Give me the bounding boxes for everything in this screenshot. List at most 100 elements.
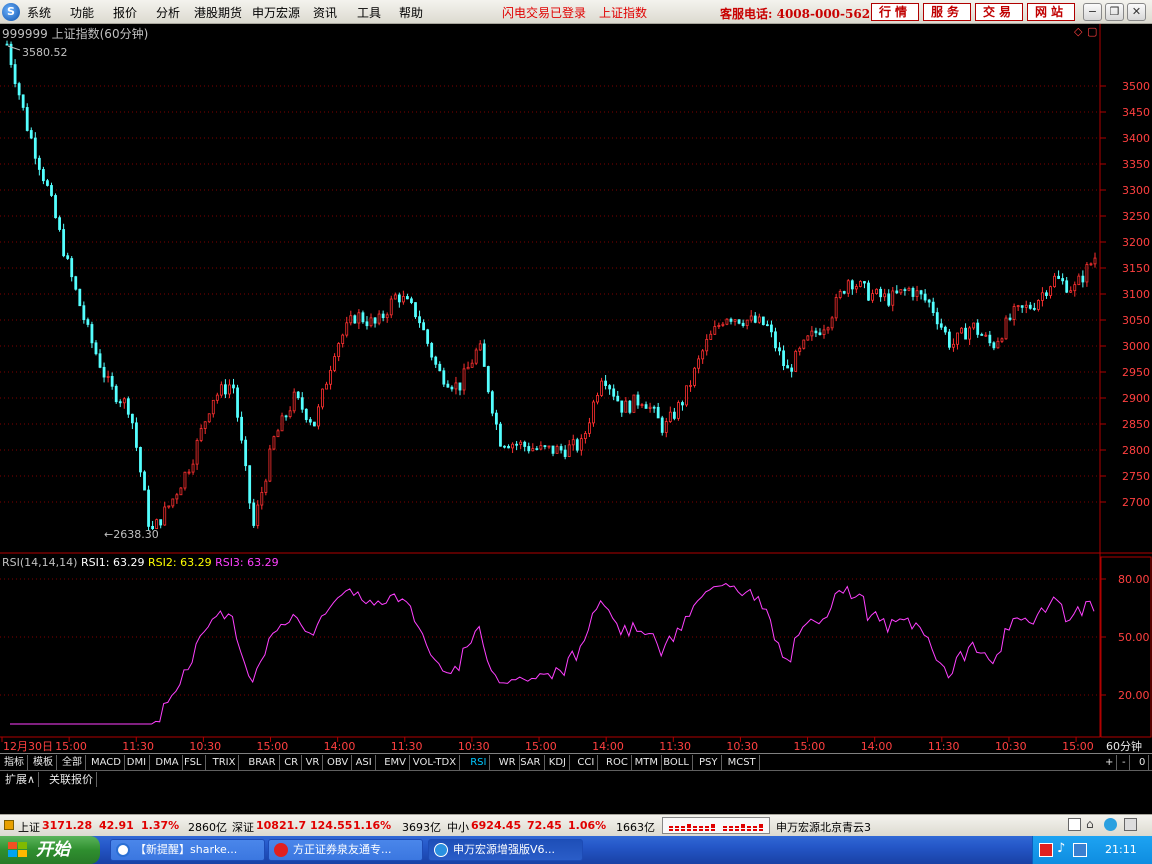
task-browser[interactable]: 【新提醒】sharke... [110, 839, 265, 861]
candle-body [968, 327, 972, 340]
start-button[interactable]: 开始 [0, 836, 100, 864]
candle-body [106, 376, 110, 378]
price-tick-label: 3000 [1122, 340, 1150, 353]
candle-body [608, 385, 612, 390]
candle-body [705, 339, 709, 352]
indicator-tab-fsl[interactable]: FSL [181, 755, 206, 770]
candle-body [903, 289, 907, 291]
candle-body [798, 347, 802, 352]
zoom-out-button[interactable]: - [1119, 755, 1130, 770]
bell-icon[interactable] [4, 820, 14, 830]
task-founder-securities[interactable]: 方正证券泉友通专... [268, 839, 423, 861]
indicator-tab-dma[interactable]: DMA [152, 755, 183, 770]
window-toggle-icon[interactable]: ▢ [1087, 25, 1097, 38]
indicator-tab-obv[interactable]: OBV [324, 755, 353, 770]
network-tray-icon[interactable] [1073, 843, 1087, 857]
indicator-tab-emv[interactable]: EMV [381, 755, 410, 770]
candle-body [422, 322, 425, 331]
high-price-label: 3580.52 [22, 46, 68, 59]
zx-index-pct: 1.06% [568, 819, 607, 832]
indicator-tab-指标[interactable]: 指标 [1, 755, 28, 770]
candle-body [656, 406, 660, 419]
indicator-tab-dmi[interactable]: DMI [124, 755, 151, 770]
kline-chart[interactable]: 3500 3450 3400 3350 3300 3250 3200 3150 3100 3050… [0, 0, 1152, 864]
indicator-tab-rsi[interactable]: RSI [467, 755, 491, 770]
candle-body [499, 423, 502, 447]
indicator-tab-roc[interactable]: ROC [603, 755, 632, 770]
period-label[interactable]: 60分钟 [1106, 739, 1142, 753]
indicator-tab-wr[interactable]: WR [496, 755, 520, 770]
reset-button[interactable]: 0 [1136, 755, 1150, 770]
signal-icon[interactable]: ⌂ [1086, 817, 1094, 831]
candle-body [272, 436, 276, 450]
candle-body [401, 296, 405, 303]
indicator-tab-vr[interactable]: VR [303, 755, 324, 770]
zoom-in-button[interactable]: + [1102, 755, 1118, 770]
browser-icon [116, 843, 130, 857]
candle-body [660, 417, 664, 433]
rsi-title: RSI(14,14,14) RSI1: 63.29 RSI2: 63.29 RS… [2, 556, 279, 569]
indicator-tab-boll[interactable]: BOLL [660, 755, 693, 770]
system-tray: ♪ 21:11 [1032, 836, 1152, 864]
candle-body [547, 445, 551, 448]
indicator-tab-trix[interactable]: TRIX [210, 755, 240, 770]
candle-body [511, 443, 514, 449]
candle-body [976, 322, 980, 335]
candle-body [1057, 275, 1060, 279]
windows-flag-icon [8, 842, 27, 857]
expand-toggle[interactable]: 扩展∧ [2, 772, 40, 787]
candle-body [559, 446, 563, 451]
candle-body [377, 313, 381, 324]
indicator-tab-kdj[interactable]: KDJ [546, 755, 571, 770]
candle-body [361, 312, 365, 323]
indicator-tab-全部[interactable]: 全部 [59, 755, 86, 770]
security-icon[interactable] [1039, 843, 1053, 857]
candle-body [1061, 278, 1065, 282]
candle-body [972, 322, 976, 329]
candle-body [911, 287, 915, 297]
indicator-tab-模板[interactable]: 模板 [30, 755, 57, 770]
indicator-tab-mcst[interactable]: MCST [725, 755, 760, 770]
candle-body [1032, 307, 1036, 310]
indicator-tab-vol-tdx[interactable]: VOL-TDX [410, 755, 461, 770]
network-icon[interactable] [1104, 818, 1117, 831]
candle-body [515, 443, 519, 446]
indicator-tab-macd[interactable]: MACD [88, 755, 125, 770]
volume-icon[interactable]: ♪ [1057, 841, 1065, 856]
candle-body [203, 421, 207, 429]
indicator-tab-cr[interactable]: CR [281, 755, 303, 770]
indicator-tab-mtm[interactable]: MTM [632, 755, 662, 770]
candle-body [786, 365, 790, 369]
candle-body [159, 519, 163, 526]
indicator-tab-asi[interactable]: ASI [353, 755, 376, 770]
sz-index-name: 深证 [232, 821, 254, 834]
candle-body [304, 408, 308, 420]
candle-body [13, 64, 17, 84]
notepad-icon[interactable] [1068, 818, 1081, 831]
candle-body [143, 471, 146, 491]
candle-body [122, 398, 126, 404]
candle-body [252, 502, 256, 526]
lock-icon[interactable] [1124, 818, 1137, 831]
candle-body [571, 439, 575, 446]
sz-index-pct: 1.16% [353, 819, 392, 832]
indicator-tab-brar[interactable]: BRAR [245, 755, 280, 770]
candle-body [126, 398, 130, 415]
time-tick-label: 15:00 [1062, 740, 1094, 753]
candle-body [774, 331, 777, 349]
zx-index-price: 6924.45 [471, 819, 522, 832]
candle-body [1028, 304, 1032, 309]
candle-body [600, 380, 603, 396]
indicator-tab-cci[interactable]: CCI [574, 755, 599, 770]
indicator-tab-sar[interactable]: SAR [517, 755, 545, 770]
candle-body [414, 302, 417, 318]
rsi-name: RSI(14,14,14) [2, 556, 78, 569]
time-tick-label: 11:30 [928, 740, 960, 753]
diamond-icon[interactable]: ◇ [1074, 25, 1082, 38]
task-swhy[interactable]: 申万宏源增强版V6... [428, 839, 583, 861]
candle-body [82, 305, 86, 321]
task-founder-label: 方正证券泉友通专... [293, 843, 392, 856]
candle-body [1036, 300, 1040, 310]
indicator-tab-psy[interactable]: PSY [696, 755, 722, 770]
related-quotes-tab[interactable]: 关联报价 [46, 772, 97, 787]
